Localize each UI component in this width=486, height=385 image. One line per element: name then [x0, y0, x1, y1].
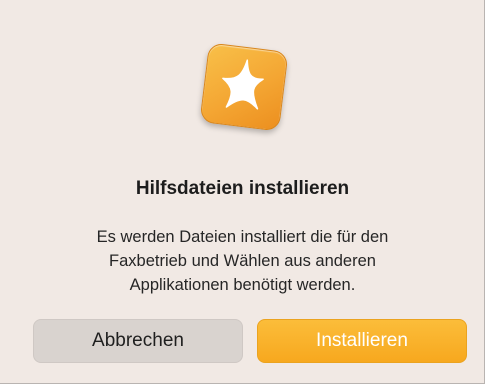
- app-star-icon: [199, 42, 289, 132]
- cancel-button[interactable]: Abbrechen: [33, 319, 243, 363]
- dialog-message: Es werden Dateien installiert die für de…: [96, 228, 389, 294]
- install-helper-dialog: Hilfsdateien installieren Es werden Date…: [0, 0, 485, 384]
- dialog-title: Hilfsdateien installieren: [135, 178, 350, 199]
- star-icon: [222, 59, 264, 110]
- install-button[interactable]: Installieren: [257, 319, 467, 363]
